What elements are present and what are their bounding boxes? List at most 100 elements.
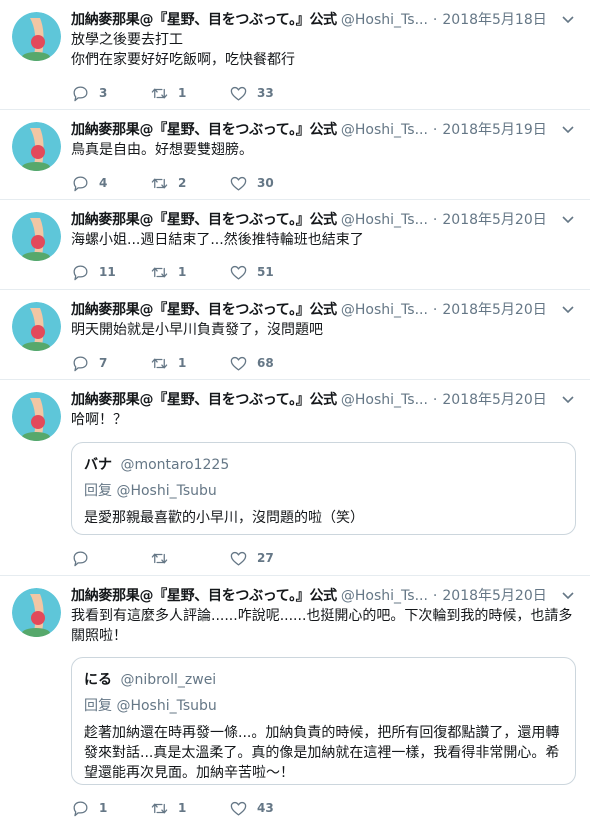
reply-icon bbox=[73, 551, 88, 566]
reply-count: 1 bbox=[99, 801, 108, 815]
retweet-count: 2 bbox=[178, 176, 187, 190]
avatar[interactable] bbox=[12, 12, 61, 61]
tweet-date[interactable]: 2018年5月19日 bbox=[442, 119, 546, 139]
user-handle[interactable]: @Hoshi_Ts... bbox=[341, 12, 428, 28]
tweet-actions: 3 1 33 bbox=[71, 81, 308, 105]
tweet[interactable]: 加納麥那果@『星野、目をつぶって。』公式 @Hoshi_Ts... · 2018… bbox=[0, 110, 590, 200]
tweet-actions: 1 1 43 bbox=[71, 796, 308, 820]
tweet[interactable]: 加納麥那果@『星野、目をつぶって。』公式 @Hoshi_Ts... · 2018… bbox=[0, 290, 590, 380]
tweet-header: 加納麥那果@『星野、目をつぶって。』公式 @Hoshi_Ts... · 2018… bbox=[71, 209, 550, 231]
quoted-reply-context: 回复 @Hoshi_Tsubu bbox=[84, 698, 217, 714]
retweet-button[interactable]: 2 bbox=[150, 174, 229, 193]
avatar[interactable] bbox=[12, 302, 61, 351]
retweet-button[interactable]: 1 bbox=[150, 354, 229, 373]
tweet[interactable]: 加納麥那果@『星野、目をつぶって。』公式 @Hoshi_Ts... · 2018… bbox=[0, 380, 590, 576]
quoted-tweet[interactable]: バナ @montaro1225 回复 @Hoshi_Tsubu 是愛那親最喜歡的… bbox=[71, 442, 576, 535]
separator: · bbox=[432, 122, 438, 138]
user-handle[interactable]: @Hoshi_Ts... bbox=[341, 122, 428, 138]
tweet-date[interactable]: 2018年5月20日 bbox=[442, 585, 546, 605]
tweet-date[interactable]: 2018年5月20日 bbox=[442, 389, 546, 409]
quoted-reply-context: 回复 @Hoshi_Tsubu bbox=[84, 483, 217, 499]
heart-icon bbox=[230, 265, 247, 279]
tweet-date[interactable]: 2018年5月20日 bbox=[442, 209, 546, 229]
heart-icon bbox=[230, 86, 247, 100]
chevron-down-icon[interactable] bbox=[560, 211, 576, 227]
quoted-display-name: にる bbox=[84, 672, 112, 688]
separator: · bbox=[432, 302, 438, 318]
quoted-tweet[interactable]: にる @nibroll_zwei 回复 @Hoshi_Tsubu 趁著加納還在時… bbox=[71, 657, 576, 785]
display-name[interactable]: 加納麥那果@『星野、目をつぶって。』公式 bbox=[71, 9, 337, 29]
like-count: 51 bbox=[257, 265, 274, 279]
retweet-button[interactable]: 1 bbox=[150, 84, 229, 103]
display-name[interactable]: 加納麥那果@『星野、目をつぶって。』公式 bbox=[71, 119, 337, 139]
display-name[interactable]: 加納麥那果@『星野、目をつぶって。』公式 bbox=[71, 585, 337, 605]
tweet-text: 我看到有這麼多人評論......咋說呢......也挺開心的吧。下次輪到我的時候… bbox=[71, 608, 573, 644]
retweet-button[interactable] bbox=[150, 549, 229, 568]
retweet-button[interactable]: 1 bbox=[150, 263, 229, 282]
separator: · bbox=[432, 392, 438, 408]
reply-button[interactable]: 11 bbox=[71, 263, 150, 282]
like-button[interactable]: 51 bbox=[229, 263, 308, 282]
like-count: 27 bbox=[257, 551, 274, 565]
reply-icon bbox=[73, 356, 88, 371]
chevron-down-icon[interactable] bbox=[560, 301, 576, 317]
like-button[interactable]: 27 bbox=[229, 549, 308, 568]
user-handle[interactable]: @Hoshi_Ts... bbox=[341, 212, 428, 228]
retweet-button[interactable]: 1 bbox=[150, 799, 229, 818]
avatar[interactable] bbox=[12, 588, 61, 637]
retweet-count: 1 bbox=[178, 801, 187, 815]
tweet-date[interactable]: 2018年5月20日 bbox=[442, 299, 546, 319]
retweet-icon bbox=[151, 88, 168, 98]
tweet-text: 海螺小姐...週日結束了...然後推特輪班也結束了 bbox=[71, 232, 364, 248]
reply-button[interactable] bbox=[71, 549, 150, 568]
heart-icon bbox=[230, 551, 247, 565]
chevron-down-icon[interactable] bbox=[560, 391, 576, 407]
tweet-text: 哈啊！？ bbox=[71, 412, 127, 428]
like-button[interactable]: 30 bbox=[229, 174, 308, 193]
reply-icon bbox=[73, 176, 88, 191]
user-handle[interactable]: @Hoshi_Ts... bbox=[341, 588, 428, 604]
display-name[interactable]: 加納麥那果@『星野、目をつぶって。』公式 bbox=[71, 209, 337, 229]
like-button[interactable]: 33 bbox=[229, 84, 308, 103]
tweet-text: 明天開始就是小早川負責發了，沒問題吧 bbox=[71, 322, 323, 338]
reply-count: 4 bbox=[99, 176, 108, 190]
retweet-icon bbox=[151, 358, 168, 368]
like-count: 68 bbox=[257, 356, 274, 370]
like-button[interactable]: 68 bbox=[229, 354, 308, 373]
quoted-tweet-text: 是愛那親最喜歡的小早川，沒問題的啦（笑） bbox=[84, 510, 364, 526]
tweet[interactable]: 加納麥那果@『星野、目をつぶって。』公式 @Hoshi_Ts... · 2018… bbox=[0, 576, 590, 826]
reply-count: 3 bbox=[99, 86, 108, 100]
tweet-header: 加納麥那果@『星野、目をつぶって。』公式 @Hoshi_Ts... · 2018… bbox=[71, 389, 550, 411]
retweet-icon bbox=[151, 267, 168, 277]
avatar[interactable] bbox=[12, 212, 61, 261]
user-handle[interactable]: @Hoshi_Ts... bbox=[341, 392, 428, 408]
chevron-down-icon[interactable] bbox=[560, 121, 576, 137]
retweet-count: 1 bbox=[178, 86, 187, 100]
reply-button[interactable]: 3 bbox=[71, 84, 150, 103]
reply-button[interactable]: 1 bbox=[71, 799, 150, 818]
reply-icon bbox=[73, 801, 88, 816]
heart-icon bbox=[230, 356, 247, 370]
avatar[interactable] bbox=[12, 392, 61, 441]
quoted-tweet-header: にる @nibroll_zwei bbox=[84, 669, 563, 689]
tweet-header: 加納麥那果@『星野、目をつぶって。』公式 @Hoshi_Ts... · 2018… bbox=[71, 119, 550, 141]
chevron-down-icon[interactable] bbox=[560, 587, 576, 603]
chevron-down-icon[interactable] bbox=[560, 11, 576, 27]
tweet-text: 放學之後要去打工 你們在家要好好吃飯啊，吃快餐都行 bbox=[71, 32, 295, 68]
retweet-count: 1 bbox=[178, 265, 187, 279]
reply-button[interactable]: 4 bbox=[71, 174, 150, 193]
tweet[interactable]: 加納麥那果@『星野、目をつぶって。』公式 @Hoshi_Ts... · 2018… bbox=[0, 200, 590, 290]
quoted-user-handle: @montaro1225 bbox=[120, 457, 230, 473]
avatar[interactable] bbox=[12, 122, 61, 171]
like-button[interactable]: 43 bbox=[229, 799, 308, 818]
display-name[interactable]: 加納麥那果@『星野、目をつぶって。』公式 bbox=[71, 299, 337, 319]
quoted-user-handle: @nibroll_zwei bbox=[120, 672, 217, 688]
reply-icon bbox=[73, 265, 88, 280]
tweet-date[interactable]: 2018年5月18日 bbox=[442, 9, 546, 29]
user-handle[interactable]: @Hoshi_Ts... bbox=[341, 302, 428, 318]
tweet[interactable]: 加納麥那果@『星野、目をつぶって。』公式 @Hoshi_Ts... · 2018… bbox=[0, 0, 590, 110]
tweet-actions: 27 bbox=[71, 546, 308, 570]
display-name[interactable]: 加納麥那果@『星野、目をつぶって。』公式 bbox=[71, 389, 337, 409]
tweet-header: 加納麥那果@『星野、目をつぶって。』公式 @Hoshi_Ts... · 2018… bbox=[71, 9, 550, 31]
reply-button[interactable]: 7 bbox=[71, 354, 150, 373]
